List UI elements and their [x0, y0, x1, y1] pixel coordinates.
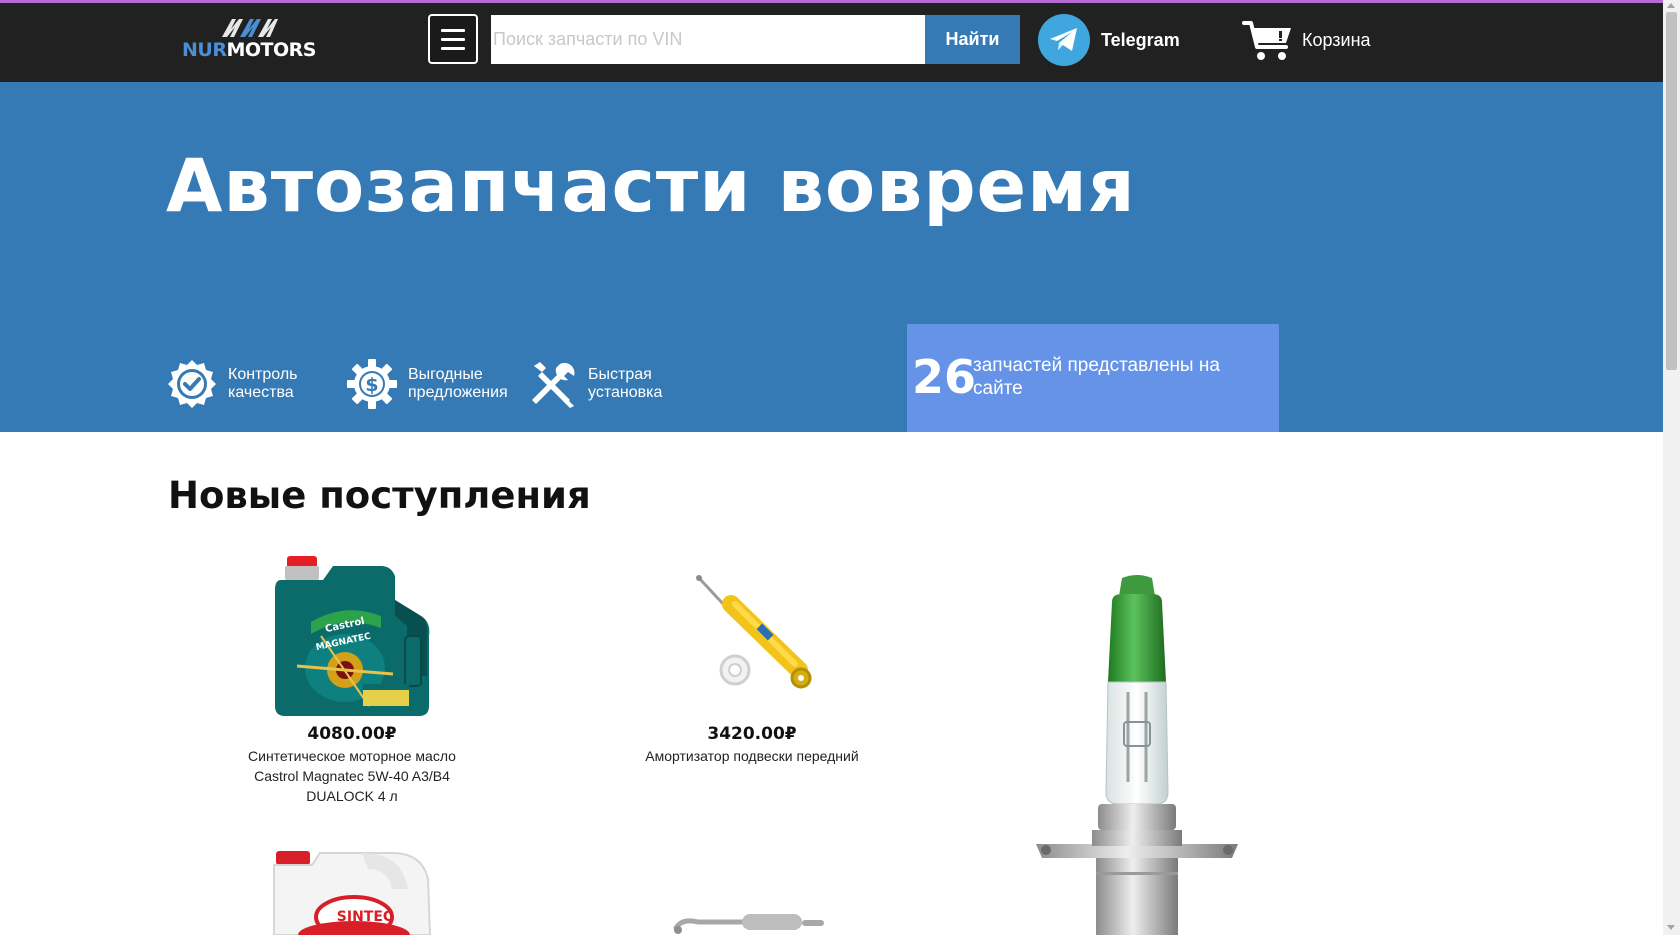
telegram-icon — [1038, 14, 1090, 66]
headlight-bulb-icon — [1036, 575, 1238, 935]
site-logo[interactable]: NURMOTORS — [180, 17, 330, 63]
scroll-up-arrow-icon[interactable] — [1667, 3, 1675, 8]
product-card-sintec-antifreeze[interactable]: SINTEC — [232, 845, 472, 935]
dollar-gear-icon: $ — [347, 359, 397, 409]
hamburger-icon-bar — [441, 47, 465, 50]
feature-label-line: качества — [228, 384, 294, 401]
parts-counter-box: 26 запчастей представлены на сайте — [907, 324, 1279, 432]
feature-label: Быстрая установка — [588, 366, 662, 402]
hamburger-icon-bar — [441, 38, 465, 41]
logo-mark-icon — [222, 19, 278, 37]
feature-label-line: Быстрая — [588, 366, 652, 383]
shopping-cart-icon — [1242, 21, 1291, 60]
hero-title: Автозапчасти вовремя — [166, 144, 1136, 229]
cart-link[interactable]: Корзина — [1242, 17, 1371, 63]
product-price: 4080.00₽ — [307, 724, 397, 744]
page-scrollbar[interactable] — [1663, 0, 1680, 935]
feature-fast-install: Быстрая установка — [526, 357, 662, 411]
parts-counter-text: запчастей представлены на сайте — [973, 355, 1220, 399]
hamburger-menu-button[interactable] — [428, 14, 478, 64]
oil-canister-icon: Castrol MAGNATEC — [275, 556, 430, 716]
feature-label-line: установка — [588, 384, 663, 401]
product-card-exhaust-muffler[interactable] — [632, 880, 872, 935]
hamburger-icon-bar — [441, 29, 465, 32]
svg-text:$: $ — [365, 374, 378, 396]
product-card-headlight-bulb[interactable] — [990, 560, 1280, 935]
product-card-castrol-oil[interactable]: Castrol MAGNATEC 4080.00₽ Синтетическое … — [232, 554, 472, 810]
search-button[interactable]: Найти — [925, 15, 1020, 64]
product-price: 3420.00₽ — [707, 724, 797, 744]
vin-search-input[interactable] — [491, 15, 925, 64]
feature-quality-control: Контроль качества — [166, 357, 298, 411]
feature-label-line: предложения — [408, 384, 508, 401]
shock-absorber-icon — [696, 575, 812, 689]
product-brand-label: SINTEC — [336, 909, 394, 925]
feature-label-line: Контроль — [228, 366, 298, 383]
check-badge-icon — [168, 360, 216, 408]
product-name: Амортизатор подвески передний — [645, 748, 859, 764]
scroll-down-arrow-icon[interactable] — [1667, 925, 1675, 930]
cart-label: Корзина — [1302, 29, 1371, 50]
new-arrivals-title: Новые поступления — [168, 474, 591, 517]
scrollbar-thumb[interactable] — [1666, 12, 1677, 370]
parts-counter-number: 26 — [912, 350, 977, 404]
telegram-label: Telegram — [1101, 29, 1180, 50]
logo-wordmark: NURMOTORS — [182, 39, 316, 61]
hero-banner: Автозапчасти вовремя Контроль качества $… — [0, 82, 1663, 432]
logo-wordmark-prefix: NUR — [182, 39, 227, 61]
site-header: NURMOTORS Найти Telegram Корзина — [0, 3, 1663, 82]
product-card-shock-absorber[interactable]: 3420.00₽ Амортизатор подвески передний — [632, 554, 872, 770]
telegram-link[interactable]: Telegram — [1038, 14, 1180, 66]
feature-label-line: Выгодные — [408, 366, 483, 383]
feature-label: Контроль качества — [228, 366, 298, 402]
wrench-screwdriver-icon — [532, 362, 575, 408]
exhaust-muffler-icon — [673, 914, 824, 934]
product-name: Синтетическое моторное масло Castrol Mag… — [248, 748, 456, 804]
logo-wordmark-suffix: MOTORS — [226, 39, 316, 61]
feature-best-offers: $ Выгодные предложения — [346, 357, 508, 411]
feature-label: Выгодные предложения — [408, 366, 508, 402]
